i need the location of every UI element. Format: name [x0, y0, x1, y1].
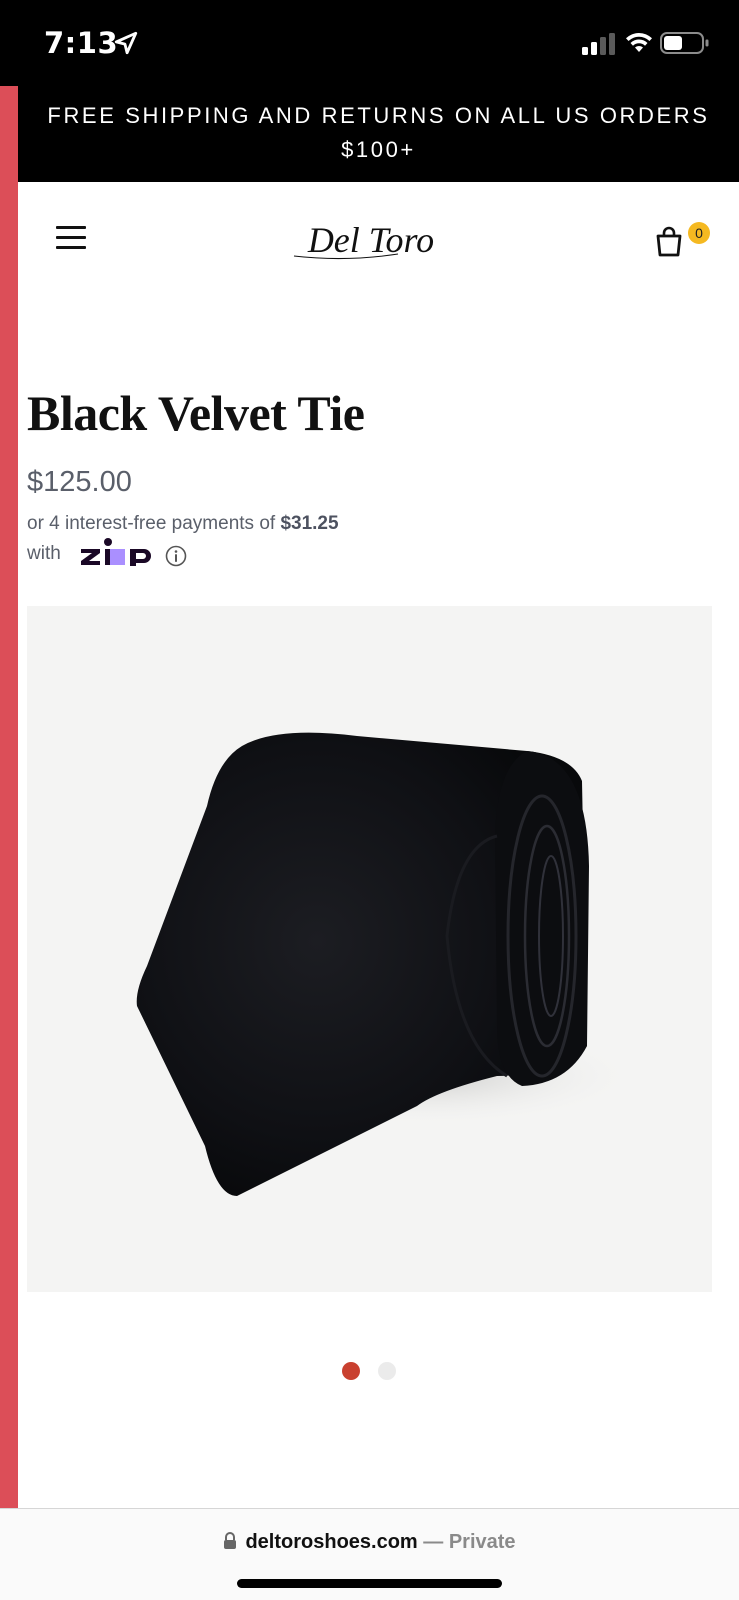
private-label: — Private [417, 1531, 516, 1553]
product-image[interactable] [27, 606, 712, 1292]
status-bar: 7:13 [0, 0, 739, 86]
tie-image [136, 732, 637, 1196]
site-header: Del Toro 0 [18, 182, 739, 300]
lock-icon [224, 1532, 237, 1549]
carousel-dot-2[interactable] [378, 1362, 396, 1380]
brand-logo-text: Del Toro [307, 220, 434, 260]
zip-logo[interactable]: zip [80, 537, 154, 567]
shopping-bag-icon [656, 226, 682, 257]
installment-prefix: or 4 interest-free payments of [27, 513, 281, 534]
cart-button[interactable]: 0 [654, 222, 710, 266]
browser-address-bar[interactable]: deltoroshoes.com — Private [0, 1508, 739, 1600]
cellular-signal-icon [582, 33, 615, 55]
url-domain: deltoroshoes.com [245, 1531, 418, 1553]
home-indicator [237, 1579, 502, 1588]
location-arrow-icon [114, 31, 138, 55]
info-icon[interactable] [165, 545, 187, 567]
hamburger-menu-icon[interactable] [56, 226, 86, 250]
installment-with: with [27, 543, 61, 564]
promo-banner: FREE SHIPPING AND RETURNS ON ALL US ORDE… [18, 86, 739, 182]
installment-amount: $31.25 [280, 513, 339, 534]
installment-text: or 4 interest-free payments of $31.25 [27, 513, 339, 535]
promo-text: FREE SHIPPING AND RETURNS ON ALL US ORDE… [47, 103, 710, 162]
left-accent-strip [0, 86, 18, 1508]
carousel-pagination [0, 1362, 739, 1382]
cart-count-badge: 0 [688, 222, 710, 244]
carousel-dot-1[interactable] [342, 1362, 360, 1380]
wifi-icon [626, 32, 652, 52]
status-time: 7:13 [44, 26, 119, 60]
product-price: $125.00 [27, 466, 132, 498]
url-display[interactable]: deltoroshoes.com — Private [0, 1531, 739, 1554]
battery-icon [660, 32, 709, 54]
product-title: Black Velvet Tie [27, 385, 365, 441]
brand-logo[interactable]: Del Toro [286, 216, 456, 266]
